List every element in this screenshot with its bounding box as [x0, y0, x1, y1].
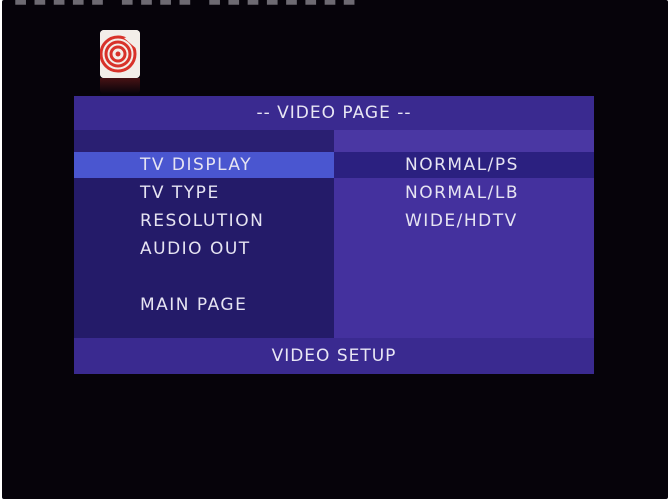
video-setup-panel: -- VIDEO PAGE -- TV DISPLAY TV TYPE RESO…	[74, 96, 594, 374]
menu-item-resolution[interactable]: RESOLUTION	[74, 208, 334, 234]
status-bar: VIDEO SETUP	[74, 338, 594, 374]
tv-screen: ■■■■■ ■■■■ ■■■■■■■■ -- VIDEO PAGE -- TV …	[2, 0, 668, 499]
disc-logo-icon	[100, 30, 140, 78]
logo-reflection	[100, 78, 140, 94]
menu-top-spacer	[74, 130, 334, 152]
option-normal-lb[interactable]: NORMAL/LB	[334, 180, 594, 206]
menu-item-tv-display[interactable]: TV DISPLAY	[74, 152, 334, 178]
option-wide-hdtv[interactable]: WIDE/HDTV	[334, 208, 594, 234]
option-normal-ps[interactable]: NORMAL/PS	[334, 152, 594, 178]
page-title: -- VIDEO PAGE --	[74, 96, 594, 130]
top-cropped-text: ■■■■■ ■■■■ ■■■■■■■■	[14, 0, 362, 7]
menu-item-tv-type[interactable]: TV TYPE	[74, 180, 334, 206]
menu-item-audio-out[interactable]: AUDIO OUT	[74, 236, 334, 262]
options-top-spacer	[334, 130, 594, 152]
menu-item-main-page[interactable]: MAIN PAGE	[74, 292, 334, 318]
